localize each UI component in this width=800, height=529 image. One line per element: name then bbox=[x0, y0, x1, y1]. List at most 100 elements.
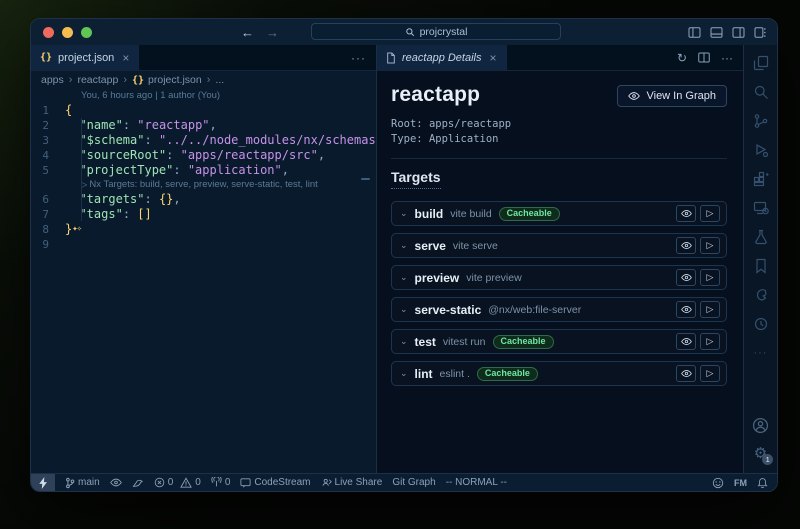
codestream-status[interactable]: CodeStream bbox=[240, 477, 310, 488]
chevron-down-icon[interactable]: ⌄ bbox=[400, 368, 408, 379]
run-debug-icon[interactable] bbox=[753, 142, 769, 158]
view-target-config-button[interactable] bbox=[676, 269, 696, 286]
pet-smiley-icon[interactable] bbox=[712, 477, 724, 489]
target-row-serve[interactable]: ⌄servevite serve▷ bbox=[391, 233, 727, 258]
view-target-config-button[interactable] bbox=[676, 237, 696, 254]
run-target-button[interactable]: ▷ bbox=[700, 269, 720, 286]
more-actions-icon[interactable]: ··· bbox=[721, 51, 733, 65]
explorer-icon[interactable] bbox=[753, 55, 769, 71]
code-line[interactable]: 7 "tags": [] bbox=[31, 207, 376, 222]
cacheable-badge: Cacheable bbox=[477, 367, 538, 381]
code-line[interactable]: 5 "projectType": "application", bbox=[31, 163, 376, 178]
bookmark-icon[interactable] bbox=[753, 258, 769, 274]
toggle-panel-icon[interactable] bbox=[710, 27, 723, 38]
history-clock-icon[interactable] bbox=[753, 316, 769, 332]
search-icon[interactable] bbox=[753, 84, 769, 100]
code-line[interactable]: 9 bbox=[31, 237, 376, 252]
nx-targets-codelens[interactable]: ▷ Nx Targets: build, serve, preview, ser… bbox=[31, 178, 376, 192]
toggle-secondary-sidebar-icon[interactable] bbox=[732, 27, 745, 38]
run-target-button[interactable]: ▷ bbox=[700, 333, 720, 350]
target-row-test[interactable]: ⌄testvitest runCacheable▷ bbox=[391, 329, 727, 354]
status-bar: main 0 0 0 CodeStream Live Share Git Gra… bbox=[31, 473, 777, 491]
target-name: serve bbox=[415, 239, 446, 253]
run-target-button[interactable]: ▷ bbox=[700, 205, 720, 222]
breadcrumb-item-apps[interactable]: apps bbox=[41, 74, 64, 86]
toggle-primary-sidebar-icon[interactable] bbox=[688, 27, 701, 38]
target-row-lint[interactable]: ⌄linteslint .Cacheable▷ bbox=[391, 361, 727, 386]
more-views-icon[interactable]: ··· bbox=[754, 345, 768, 361]
target-command: eslint . bbox=[440, 368, 470, 380]
history-forward-icon[interactable]: → bbox=[266, 25, 279, 40]
live-share-status[interactable]: Live Share bbox=[321, 477, 383, 488]
code-line[interactable]: 8}✦✧ bbox=[31, 222, 376, 237]
target-command: @nx/web:file-server bbox=[488, 304, 581, 316]
remote-explorer-icon[interactable] bbox=[753, 200, 769, 216]
problems-status[interactable]: 0 0 bbox=[154, 477, 201, 488]
chevron-down-icon[interactable]: ⌄ bbox=[400, 336, 408, 347]
zoom-window-button[interactable] bbox=[81, 27, 92, 38]
code-line[interactable]: 6 "targets": {}, bbox=[31, 192, 376, 207]
chevron-down-icon[interactable]: ⌄ bbox=[400, 208, 408, 219]
run-target-button[interactable]: ▷ bbox=[700, 301, 720, 318]
breadcrumb-item-project-json[interactable]: {}project.json bbox=[132, 74, 202, 86]
tab-overflow-ellipsis[interactable]: ··· bbox=[351, 45, 376, 70]
view-target-config-button[interactable] bbox=[676, 205, 696, 222]
close-tab-icon[interactable]: × bbox=[490, 51, 497, 65]
remote-indicator[interactable] bbox=[31, 474, 55, 491]
close-window-button[interactable] bbox=[43, 27, 54, 38]
bell-icon[interactable] bbox=[757, 477, 768, 489]
codelens-play-icon: ▷ bbox=[81, 180, 89, 189]
run-target-button[interactable]: ▷ bbox=[700, 365, 720, 382]
git-graph-status[interactable]: Git Graph bbox=[392, 477, 435, 488]
refresh-icon[interactable]: ↻ bbox=[677, 51, 687, 65]
test-beaker-icon[interactable] bbox=[753, 229, 769, 245]
split-editor-icon[interactable] bbox=[698, 52, 710, 63]
target-row-build[interactable]: ⌄buildvite buildCacheable▷ bbox=[391, 201, 727, 226]
extensions-icon[interactable] bbox=[753, 171, 769, 187]
chevron-down-icon[interactable]: ⌄ bbox=[400, 240, 408, 251]
tab-reactapp-details[interactable]: reactapp Details × bbox=[377, 45, 507, 70]
git-branch-status[interactable]: main bbox=[65, 477, 100, 489]
tab-label: project.json bbox=[58, 52, 114, 64]
minimize-window-button[interactable] bbox=[62, 27, 73, 38]
bird-icon[interactable] bbox=[132, 477, 144, 488]
code-editor[interactable]: You, 6 hours ago | 1 author (You)1{2 "na… bbox=[31, 89, 376, 473]
project-type: Application bbox=[429, 133, 499, 145]
source-control-icon[interactable] bbox=[753, 113, 769, 129]
code-line[interactable]: 4 "sourceRoot": "apps/reactapp/src", bbox=[31, 148, 376, 163]
breadcrumb[interactable]: apps›reactapp›{}project.json›... bbox=[31, 71, 376, 89]
account-icon[interactable] bbox=[752, 417, 769, 433]
run-target-button[interactable]: ▷ bbox=[700, 237, 720, 254]
breadcrumb-item-reactapp[interactable]: reactapp bbox=[77, 74, 118, 86]
breadcrumb-item--[interactable]: ... bbox=[215, 74, 224, 86]
ports-status[interactable]: 0 bbox=[211, 477, 231, 488]
file-icon bbox=[386, 52, 396, 64]
target-row-preview[interactable]: ⌄previewvite preview▷ bbox=[391, 265, 727, 290]
error-count: 0 bbox=[168, 477, 174, 488]
view-target-config-button[interactable] bbox=[676, 365, 696, 382]
gitlens-blame-toggle-icon[interactable] bbox=[110, 478, 122, 487]
view-in-graph-button[interactable]: View In Graph bbox=[617, 85, 727, 107]
view-target-config-button[interactable] bbox=[676, 301, 696, 318]
title-bar: ← → projcrystal bbox=[31, 19, 777, 45]
code-line[interactable]: 1{ bbox=[31, 103, 376, 118]
gitlens-icon[interactable] bbox=[753, 287, 769, 303]
close-tab-icon[interactable]: × bbox=[122, 51, 129, 65]
view-target-config-button[interactable] bbox=[676, 333, 696, 350]
vim-mode-indicator[interactable]: -- NORMAL -- bbox=[446, 477, 507, 488]
project-root: apps/reactapp bbox=[429, 118, 511, 130]
command-center-search[interactable]: projcrystal bbox=[311, 23, 561, 40]
blame-codelens[interactable]: You, 6 hours ago | 1 author (You) bbox=[31, 89, 376, 103]
chevron-down-icon[interactable]: ⌄ bbox=[400, 272, 408, 283]
editor-group-left: {} project.json × ··· apps›reactapp›{}pr… bbox=[31, 45, 376, 473]
customize-layout-icon[interactable] bbox=[754, 27, 767, 38]
chevron-down-icon[interactable]: ⌄ bbox=[400, 304, 408, 315]
code-line[interactable]: 3 "$schema": "../../node_modules/nx/sche… bbox=[31, 133, 376, 148]
fm-status[interactable]: FM bbox=[734, 478, 747, 488]
breadcrumb-separator: › bbox=[123, 74, 127, 86]
tab-project-json[interactable]: {} project.json × bbox=[31, 45, 139, 70]
target-row-serve-static[interactable]: ⌄serve-static@nx/web:file-server▷ bbox=[391, 297, 727, 322]
code-line[interactable]: 2 "name": "reactapp", bbox=[31, 118, 376, 133]
history-back-icon[interactable]: ← bbox=[241, 25, 254, 40]
settings-gear-icon[interactable]: ⚙ 1 bbox=[754, 446, 767, 461]
